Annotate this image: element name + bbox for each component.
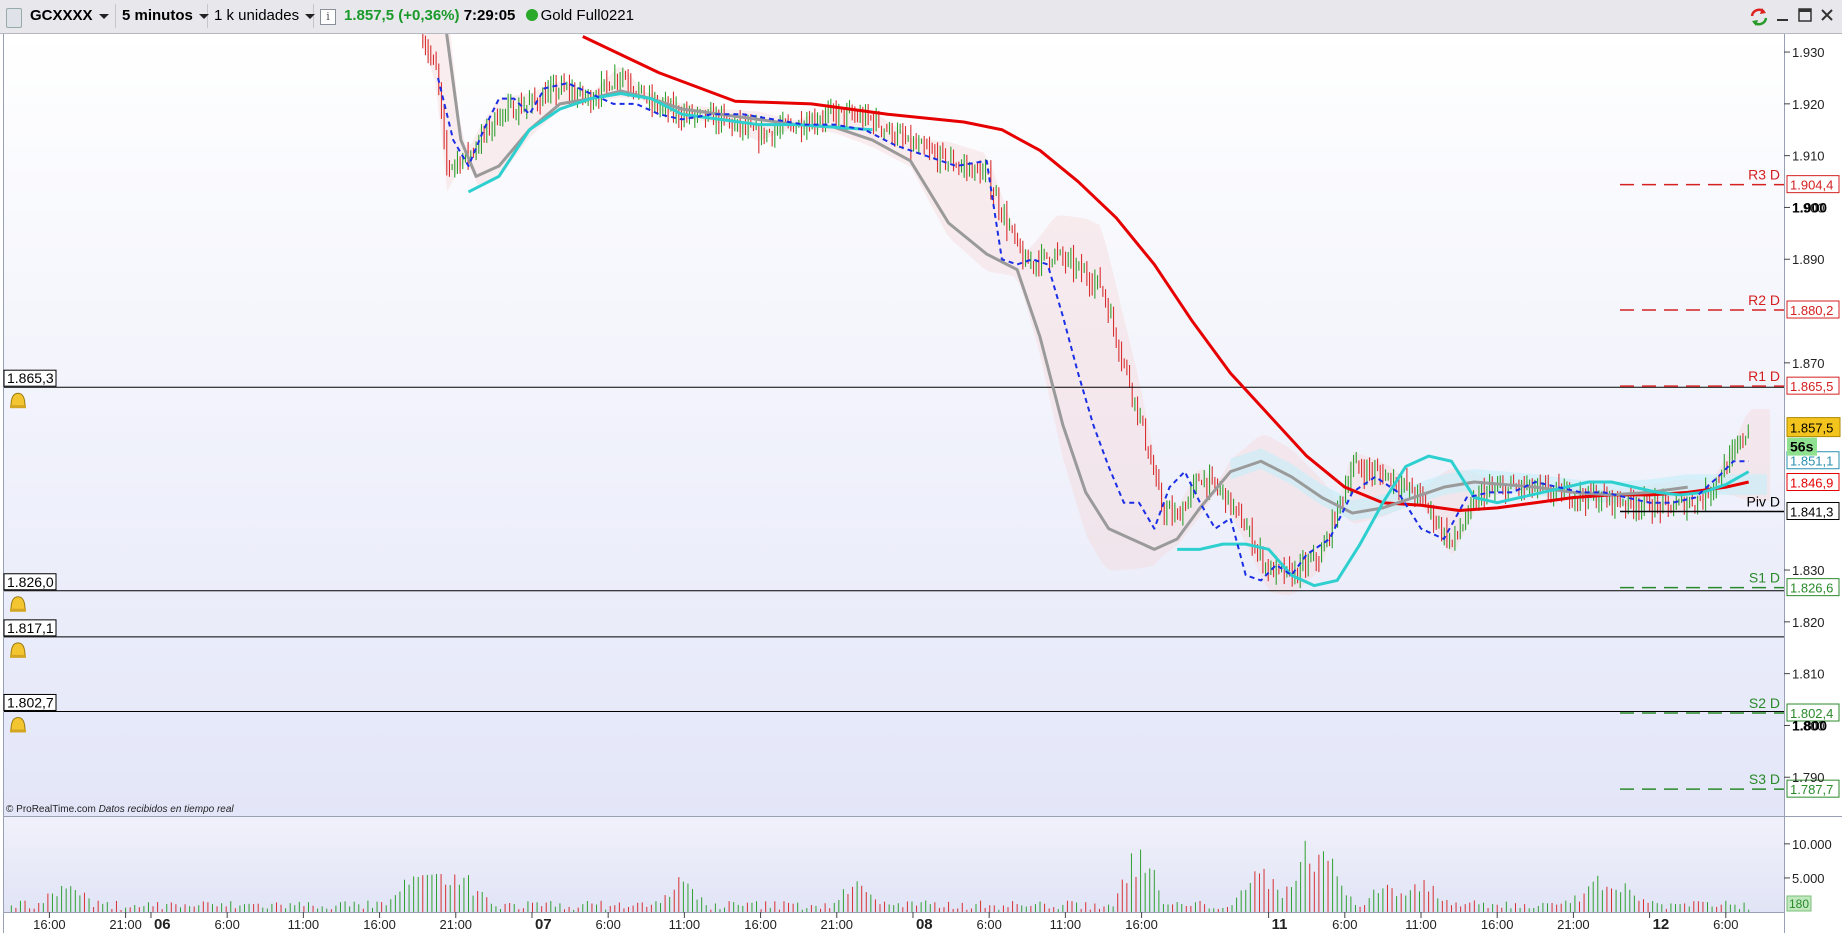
y-tick-label-bold: 1.800 <box>1792 717 1827 733</box>
level-label: Piv D <box>1747 494 1780 510</box>
x-tick-label: 16:00 <box>1481 917 1514 932</box>
bell-icon-base <box>10 729 26 733</box>
y-tick-label: 1.820 <box>1792 615 1825 630</box>
countdown-label: 56s <box>1790 439 1814 455</box>
x-tick-label: 08 <box>916 916 933 933</box>
x-tick-label: 16:00 <box>363 917 396 932</box>
x-tick-label: 11:00 <box>669 917 701 932</box>
level-label: R3 D <box>1748 167 1780 183</box>
y-tick-label: 1.810 <box>1792 667 1825 682</box>
x-tick-label: 6:00 <box>1332 917 1357 932</box>
x-tick-label: 11:00 <box>1050 917 1082 932</box>
y-tick-label: 1.830 <box>1792 563 1825 578</box>
timeframe-label: 5 minutos <box>122 7 193 24</box>
time-axis: 16:00 21:00 06 6:00 11:00 16:00 21:00 07 6:00 11:… <box>33 912 1738 933</box>
y-tick-label-bold: 1.900 <box>1792 199 1827 215</box>
price-axis: 1.930 1.920 1.910 1.900 1.890 1.870 1.830 1.820… <box>1784 45 1841 785</box>
drag-grip-icon[interactable] <box>6 8 22 28</box>
x-tick-label: 21:00 <box>109 917 142 932</box>
x-tick-label: 21:00 <box>821 917 854 932</box>
x-tick-label: 6:00 <box>1713 917 1738 932</box>
volume-tick-label: 5.000 <box>1792 871 1825 886</box>
x-tick-label: 16:00 <box>33 917 66 932</box>
x-tick-label: 6:00 <box>596 917 621 932</box>
attribution: © ProRealTime.com Datos recibidos en tie… <box>6 804 234 815</box>
bell-icon-base <box>10 654 26 658</box>
info-icon[interactable]: i <box>320 9 336 25</box>
x-tick-label: 06 <box>154 916 171 933</box>
bell-icon <box>10 642 26 657</box>
indicator-value: 1.851,1 <box>1790 454 1833 469</box>
sync-icon[interactable] <box>1748 7 1768 26</box>
instrument-description: Gold Full0221 <box>540 7 634 24</box>
indicator-value: 1.846,9 <box>1790 476 1833 491</box>
y-tick-label: 1.870 <box>1792 356 1825 371</box>
price-change: (+0,36%) <box>398 7 460 24</box>
bell-icon <box>10 716 26 731</box>
level-value: 1.904,4 <box>1790 178 1833 193</box>
y-tick-label: 1.910 <box>1792 149 1825 164</box>
alert-label: 1.817,1 <box>7 620 54 636</box>
x-tick-label: 16:00 <box>744 917 777 932</box>
volume-panel-background <box>4 817 1784 912</box>
level-value: 1.880,2 <box>1790 303 1833 318</box>
alert-label: 1.826,0 <box>7 574 54 590</box>
timeframe-selector[interactable]: 5 minutos <box>116 4 209 28</box>
x-tick-label: 07 <box>535 916 552 933</box>
x-tick-label: 12 <box>1653 916 1670 933</box>
last-volume-label: 180 <box>1789 897 1809 911</box>
caret-down-icon <box>305 13 316 19</box>
level-value: 1.865,5 <box>1790 379 1833 394</box>
bell-icon <box>10 596 26 611</box>
level-value: 1.826,6 <box>1790 581 1833 596</box>
y-tick-label: 1.790 <box>1792 770 1825 785</box>
last-price: 1.857,5 <box>344 7 395 24</box>
quote-time: 7:29:05 <box>463 7 516 24</box>
volume-tick-label: 10.000 <box>1792 837 1832 852</box>
units-label: 1 k unidades <box>214 7 300 24</box>
bell-icon-base <box>10 405 26 409</box>
level-label: S3 D <box>1749 771 1780 787</box>
price-chart[interactable]: 1.865,3 1.826,0 1.817,1 1.802,7 R3 D 1.904,4… <box>0 34 1842 933</box>
bell-icon-base <box>10 608 26 612</box>
quote-summary: 1.857,5 (+0,36%) 7:29:05 Gold Full0221 <box>344 4 634 28</box>
level-label: R2 D <box>1748 292 1780 308</box>
level-label: R1 D <box>1748 368 1780 384</box>
x-tick-label: 11:00 <box>288 917 320 932</box>
x-tick-label: 11:00 <box>1405 917 1437 932</box>
x-tick-label: 6:00 <box>977 917 1002 932</box>
units-selector[interactable]: 1 k unidades <box>208 4 316 28</box>
instrument-label: GCXXXX <box>30 7 93 24</box>
y-tick-label: 1.890 <box>1792 252 1825 267</box>
level-label: S1 D <box>1749 570 1780 586</box>
alert-label: 1.865,3 <box>7 370 54 386</box>
x-tick-label: 11 <box>1272 916 1288 933</box>
x-tick-label: 21:00 <box>1557 917 1590 932</box>
level-value: 1.841,3 <box>1790 505 1833 520</box>
alert-label: 1.802,7 <box>7 694 54 710</box>
x-tick-label: 16:00 <box>1125 917 1158 932</box>
level-label: S2 D <box>1749 695 1780 711</box>
caret-down-icon <box>98 13 109 19</box>
x-tick-label: 21:00 <box>440 917 473 932</box>
current-price-label: 1.857,5 <box>1790 421 1833 436</box>
chart-toolbar: GCXXXX 5 minutos 1 k unidades i 1.857,5 … <box>0 0 1842 34</box>
y-tick-label: 1.930 <box>1792 45 1825 60</box>
minimize-icon[interactable] <box>1774 7 1792 25</box>
realtime-status-icon <box>525 9 538 22</box>
instrument-selector[interactable]: GCXXXX <box>24 4 116 28</box>
maximize-icon[interactable] <box>1796 7 1814 25</box>
x-tick-label: 6:00 <box>215 917 240 932</box>
close-icon[interactable] <box>1818 7 1836 25</box>
bell-icon <box>10 392 26 407</box>
y-tick-label: 1.920 <box>1792 97 1825 112</box>
